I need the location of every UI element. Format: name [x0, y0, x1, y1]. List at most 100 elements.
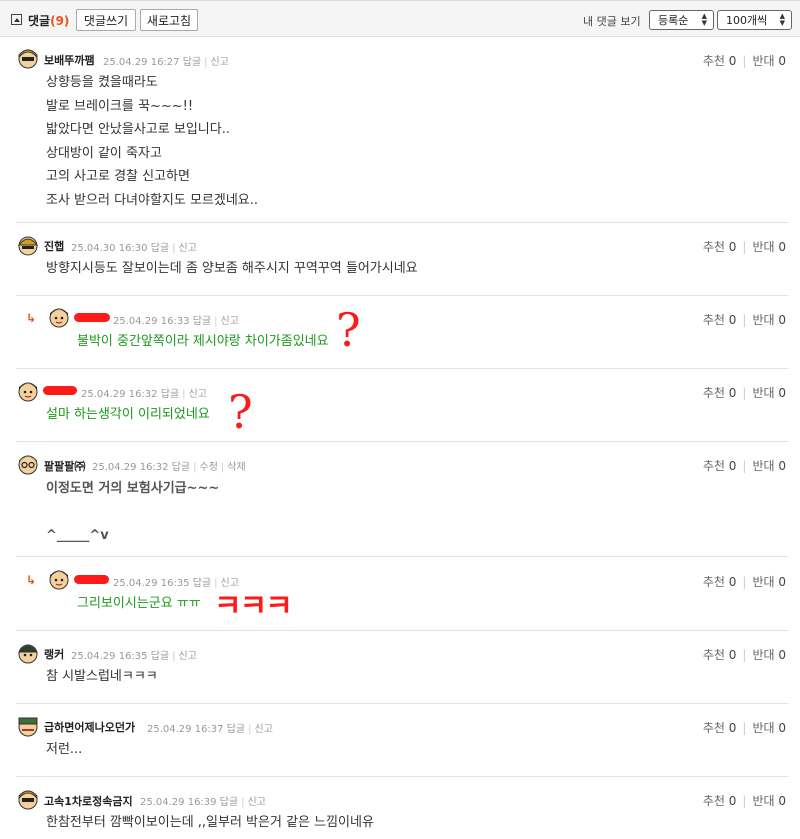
reply-link[interactable]: 답글: [151, 243, 169, 254]
upvote-count: 0: [728, 794, 737, 808]
upvote-count: 0: [728, 459, 737, 473]
comment-date: 25.04.29 16:37: [147, 724, 224, 735]
comment-votes: 추천 0 | 반대 0: [702, 54, 786, 68]
comment-meta: 25.04.29 16:35 답글 | 신고: [71, 651, 197, 662]
avatar: [17, 644, 39, 664]
downvote-button[interactable]: 반대: [752, 313, 774, 327]
upvote-count: 0: [728, 721, 737, 735]
per-page-select[interactable]: 100개씩 ▲ ▼: [717, 10, 792, 30]
reply-link[interactable]: 답글: [227, 724, 245, 735]
upvote-button[interactable]: 추천: [703, 575, 725, 589]
report-link[interactable]: 신고: [189, 389, 207, 400]
downvote-button[interactable]: 반대: [752, 721, 774, 735]
divider: [16, 441, 788, 442]
comment-meta: 25.04.29 16:37 답글 | 신고: [147, 724, 273, 735]
comment-meta: 25.04.29 16:39 답글 | 신고: [140, 797, 266, 808]
per-page-select-value: 100개씩: [726, 14, 768, 27]
reply-link[interactable]: 답글: [183, 57, 201, 68]
reply-link[interactable]: 답글: [161, 389, 179, 400]
downvote-button[interactable]: 반대: [752, 54, 774, 68]
report-link[interactable]: 신고: [179, 651, 197, 662]
divider: [16, 222, 788, 223]
comment-body: 참 시발스럽네ㅋㅋㅋ: [46, 669, 158, 684]
downvote-count: 0: [778, 240, 786, 254]
updown-icon: ▲ ▼: [701, 12, 707, 27]
reply-link[interactable]: 답글: [220, 797, 238, 808]
divider: [16, 556, 788, 557]
comment-nick[interactable]: 진햅: [44, 238, 64, 254]
reply-link[interactable]: 답글: [193, 578, 211, 589]
downvote-button[interactable]: 반대: [752, 794, 774, 808]
upvote-button[interactable]: 추천: [703, 459, 725, 473]
comment-votes: 추천 0 | 반대 0: [702, 575, 786, 589]
delete-link[interactable]: 삭제: [227, 462, 245, 473]
downvote-button[interactable]: 반대: [752, 386, 774, 400]
write-comment-button[interactable]: 댓글쓰기: [76, 9, 136, 31]
upvote-count: 0: [728, 386, 737, 400]
upvote-button[interactable]: 추천: [703, 313, 725, 327]
reply-link[interactable]: 답글: [151, 651, 169, 662]
downvote-button[interactable]: 반대: [752, 648, 774, 662]
avatar: [18, 382, 38, 402]
avatar: [49, 570, 69, 590]
comment-votes: 추천 0 | 반대 0: [702, 240, 786, 254]
downvote-count: 0: [778, 313, 786, 327]
collapse-toggle[interactable]: [11, 14, 22, 25]
edit-link[interactable]: 수정: [200, 462, 218, 473]
comment-nick[interactable]: 보배뚜까팸: [44, 52, 95, 68]
sort-select[interactable]: 등록순 ▲ ▼: [649, 10, 714, 30]
downvote-button[interactable]: 반대: [752, 575, 774, 589]
comment-votes: 추천 0 | 반대 0: [702, 648, 786, 662]
reply-link[interactable]: 답글: [172, 462, 190, 473]
comment-date: 25.04.29 16:27: [103, 57, 180, 68]
upvote-button[interactable]: 추천: [703, 721, 725, 735]
upvote-button[interactable]: 추천: [703, 386, 725, 400]
redacted-nick: [74, 575, 109, 584]
upvote-count: 0: [728, 313, 737, 327]
question-mark-annotation: ?: [336, 303, 361, 357]
downvote-count: 0: [778, 386, 786, 400]
comment-body: 상향등을 켰을때라도 발로 브레이크를 꾹~~~!! 밟았다면 안났을사고로 보…: [46, 75, 259, 208]
reply-link[interactable]: 답글: [193, 316, 211, 327]
comment-votes: 추천 0 | 반대 0: [702, 386, 786, 400]
comment-body: 한참전부터 깜빡이보이는데 ,,일부러 박은거 같은 느낌이네유: [46, 815, 374, 830]
comment-date: 25.04.29 16:32: [81, 389, 158, 400]
upvote-button[interactable]: 추천: [703, 794, 725, 808]
comment-nick[interactable]: 팔팔팔㈜: [44, 458, 85, 474]
redacted-nick: [43, 386, 77, 395]
comment-nick[interactable]: 급하면어제나오던가: [44, 719, 135, 735]
upvote-count: 0: [728, 54, 737, 68]
refresh-button[interactable]: 새로고침: [140, 9, 198, 31]
report-link[interactable]: 신고: [255, 724, 273, 735]
comment-body: 설마 하는생각이 이리되었네요: [46, 407, 210, 422]
report-link[interactable]: 신고: [221, 316, 239, 327]
comment-nick[interactable]: 랭커: [44, 646, 64, 662]
avatar: [49, 308, 69, 328]
upvote-button[interactable]: 추천: [703, 54, 725, 68]
my-comments-link[interactable]: 내 댓글 보기: [583, 13, 641, 29]
downvote-button[interactable]: 반대: [752, 459, 774, 473]
downvote-count: 0: [778, 54, 786, 68]
upvote-button[interactable]: 추천: [703, 240, 725, 254]
report-link[interactable]: 신고: [248, 797, 266, 808]
upvote-count: 0: [728, 648, 737, 662]
updown-icon: ▲ ▼: [779, 12, 785, 27]
divider: [16, 776, 788, 777]
comment-meta: 25.04.29 16:35 답글 | 신고: [113, 578, 239, 589]
comment-date: 25.04.29 16:35: [113, 578, 190, 589]
comment-header: 댓글(9) 댓글쓰기 새로고침 내 댓글 보기 등록순 ▲ ▼ 100개씩 ▲ ▼: [0, 0, 800, 37]
report-link[interactable]: 신고: [211, 57, 229, 68]
comment-votes: 추천 0 | 반대 0: [702, 794, 786, 808]
comment-nick[interactable]: 고속1차로정속금지: [44, 793, 133, 809]
upvote-count: 0: [728, 240, 737, 254]
comment-date: 25.04.29 16:35: [71, 651, 148, 662]
redacted-nick: [74, 313, 110, 322]
avatar: [18, 717, 38, 737]
report-link[interactable]: 신고: [179, 243, 197, 254]
downvote-button[interactable]: 반대: [752, 240, 774, 254]
report-link[interactable]: 신고: [221, 578, 239, 589]
comment-date: 25.04.29 16:39: [140, 797, 217, 808]
upvote-button[interactable]: 추천: [703, 648, 725, 662]
comment-count: (9): [50, 14, 70, 28]
laugh-annotation: ㅋㅋㅋ: [214, 589, 293, 624]
